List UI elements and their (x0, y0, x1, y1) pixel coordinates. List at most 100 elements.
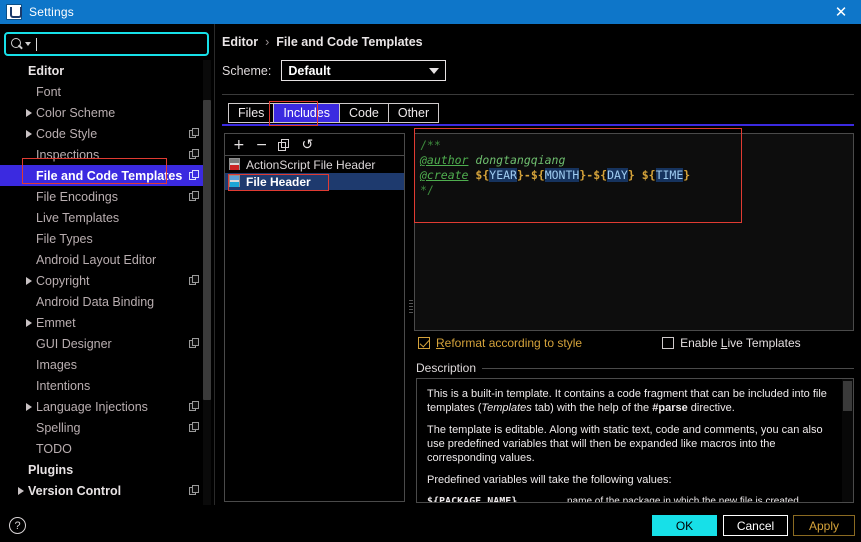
sidebar-item-label: TODO (36, 441, 72, 456)
expand-arrow-icon[interactable] (14, 486, 28, 495)
expand-arrow-icon[interactable] (22, 318, 36, 327)
reformat-checkbox[interactable] (418, 337, 430, 349)
live-templates-checkbox[interactable] (662, 337, 675, 349)
description-box[interactable]: This is a built-in template. It contains… (416, 378, 854, 503)
search-filter-chevron-icon[interactable] (25, 42, 31, 46)
breadcrumb-parent[interactable]: Editor (222, 35, 258, 49)
list-item-label: File Header (246, 174, 311, 189)
sidebar-item-file-encodings[interactable]: File Encodings (0, 186, 211, 207)
sidebar-item-label: Android Layout Editor (36, 252, 157, 267)
scheme-label: Scheme: (222, 63, 272, 78)
sidebar-scrollbar-thumb[interactable] (203, 100, 211, 400)
copy-settings-icon[interactable] (189, 275, 200, 286)
list-item[interactable]: ActionScript File Header (225, 156, 404, 173)
chevron-down-icon (429, 67, 440, 74)
sidebar-item-inspections[interactable]: Inspections (0, 144, 211, 165)
sidebar-item-label: Plugins (28, 462, 74, 477)
sidebar-item-plugins[interactable]: Plugins (0, 459, 211, 480)
sidebar-item-version-control[interactable]: Version Control (0, 480, 211, 501)
ok-button[interactable]: OK (652, 515, 717, 536)
copy-settings-icon[interactable] (189, 170, 200, 181)
add-template-button[interactable]: + (233, 138, 245, 152)
pane-splitter[interactable] (409, 133, 413, 502)
scheme-dropdown[interactable]: Default (281, 60, 447, 81)
sidebar-item-color-scheme[interactable]: Color Scheme (0, 102, 211, 123)
code-line: @author dongtangqiang (420, 153, 566, 167)
sidebar-item-todo[interactable]: TODO (0, 438, 211, 459)
live-templates-checkbox-row[interactable]: Enable Live Templates (662, 336, 801, 350)
sidebar-item-label: Font (36, 84, 62, 99)
sidebar-item-android-data-binding[interactable]: Android Data Binding (0, 291, 211, 312)
tab-other[interactable]: Other (387, 103, 440, 123)
search-field-wrap[interactable] (4, 32, 209, 56)
expand-arrow-icon[interactable] (22, 108, 36, 117)
copy-settings-icon[interactable] (189, 191, 200, 202)
sidebar-item-label: Images (36, 357, 77, 372)
sidebar-item-label: Language Injections (36, 399, 148, 414)
sidebar-item-label: Copyright (36, 273, 90, 288)
copy-settings-icon[interactable] (189, 485, 200, 496)
sidebar-item-font[interactable]: Font (0, 81, 211, 102)
tab-code[interactable]: Code (338, 103, 388, 123)
cancel-button[interactable]: Cancel (723, 515, 788, 536)
sidebar-item-label: Color Scheme (36, 105, 116, 120)
editor-options: Reformat according to style Enable Live … (418, 335, 854, 351)
tab-files[interactable]: Files (228, 103, 274, 123)
expand-arrow-icon[interactable] (22, 402, 36, 411)
help-button[interactable]: ? (9, 517, 26, 534)
description-legend: Description (416, 361, 483, 375)
tab-includes[interactable]: Includes (273, 103, 339, 123)
expand-arrow-icon[interactable] (22, 276, 36, 285)
breadcrumb-current: File and Code Templates (276, 35, 423, 49)
variable-description: name of the package in which the new fil… (567, 496, 799, 503)
settings-tree[interactable]: Editor Font Color Scheme Code Style Inspecti… (0, 60, 211, 505)
sidebar-item-gui-designer[interactable]: GUI Designer (0, 333, 211, 354)
copy-settings-icon[interactable] (189, 338, 200, 349)
copy-settings-icon[interactable] (189, 422, 200, 433)
sidebar-item-code-style[interactable]: Code Style (0, 123, 211, 144)
reformat-checkbox-row[interactable]: Reformat according to style (418, 336, 582, 350)
sidebar-item-live-templates[interactable]: Live Templates (0, 207, 211, 228)
sidebar-item-images[interactable]: Images (0, 354, 211, 375)
description-text: This is a built-in template. It contains… (417, 379, 853, 503)
sidebar-item-android-layout-editor[interactable]: Android Layout Editor (0, 249, 211, 270)
sidebar-item-editor[interactable]: Editor (0, 60, 211, 81)
description-paragraph-3: Predefined variables will take the follo… (427, 474, 672, 486)
window-title: Settings (29, 5, 74, 19)
copy-settings-icon[interactable] (189, 128, 200, 139)
close-icon[interactable]: ✕ (821, 0, 861, 24)
sidebar-item-file-and-code-templates[interactable]: File and Code Templates (0, 165, 211, 186)
sidebar-item-file-types[interactable]: File Types (0, 228, 211, 249)
sidebar-item-label: File Types (36, 231, 93, 246)
description-scrollbar-thumb[interactable] (843, 381, 852, 411)
search-input[interactable] (4, 32, 209, 56)
sidebar-item-emmet[interactable]: Emmet (0, 312, 211, 333)
copy-template-button[interactable] (278, 138, 290, 151)
code-content[interactable]: /** @author dongtangqiang @create ${YEAR}-… (415, 134, 853, 198)
sidebar-item-label: Version Control (28, 483, 122, 498)
sidebar-item-intentions[interactable]: Intentions (0, 375, 211, 396)
expand-arrow-icon[interactable] (22, 129, 36, 138)
actionscript-file-icon (229, 158, 241, 171)
list-item[interactable]: File Header (225, 173, 404, 190)
sidebar-item-copyright[interactable]: Copyright (0, 270, 211, 291)
settings-dialog: Settings ✕ Editor Font Color Scheme Code St… (0, 0, 861, 542)
sidebar-item-spelling[interactable]: Spelling (0, 417, 211, 438)
scheme-value: Default (288, 63, 331, 78)
sidebar-item-label: Code Style (36, 126, 98, 141)
template-editor[interactable]: /** @author dongtangqiang @create ${YEAR}-… (414, 133, 854, 331)
splitter-grip-icon[interactable] (409, 300, 413, 314)
remove-template-button[interactable]: − (256, 138, 268, 152)
copy-settings-icon[interactable] (189, 149, 200, 160)
file-header-icon (229, 175, 241, 188)
sidebar-item-language-injections[interactable]: Language Injections (0, 396, 211, 417)
title-bar: Settings ✕ (0, 0, 861, 24)
sidebar-item-label: Live Templates (36, 210, 120, 225)
copy-settings-icon[interactable] (189, 401, 200, 412)
template-tabs[interactable]: Files Includes Code Other (228, 103, 440, 123)
sidebar-item-label: Intentions (36, 378, 91, 393)
template-list[interactable]: ActionScript File Header File Header (225, 156, 404, 190)
apply-button[interactable]: Apply (793, 515, 855, 536)
intellij-logo-icon (6, 4, 22, 20)
reset-template-button[interactable]: ↺ (301, 138, 313, 152)
